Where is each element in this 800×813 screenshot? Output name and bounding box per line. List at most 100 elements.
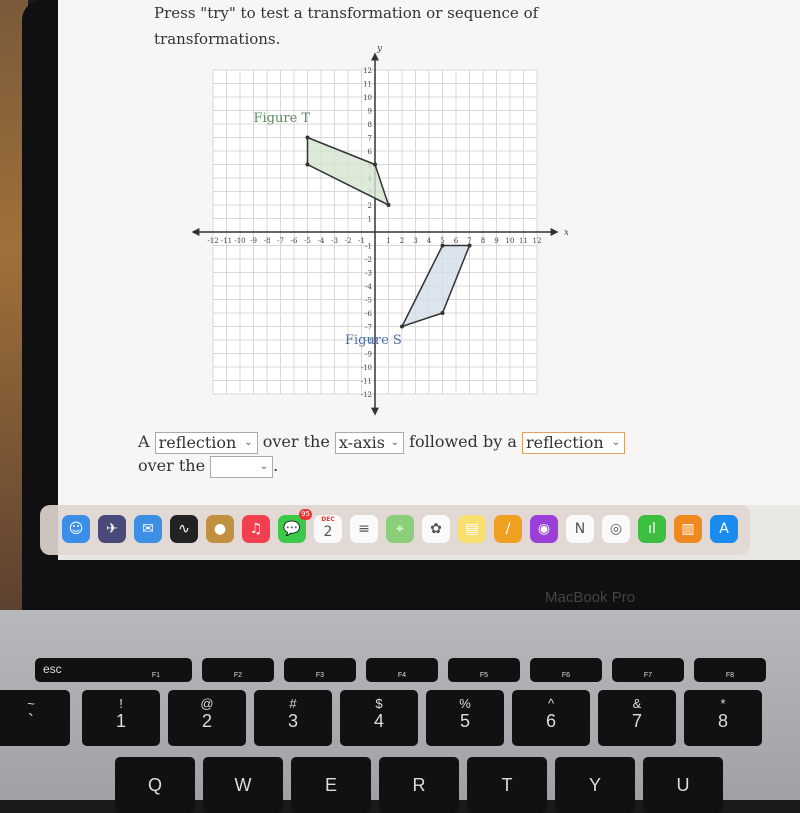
key-r[interactable]: R [379,757,459,813]
key-f2[interactable]: F2 [202,658,274,682]
x-axis-arrow-right [550,228,559,236]
messages-icon[interactable]: 💬 95 [278,509,312,543]
vertex-point [467,243,472,248]
photos-icon[interactable]: ✿ [422,515,450,543]
y-tick-label: 6 [368,148,373,156]
news-icon[interactable]: N [566,515,594,543]
x-tick-label: -9 [250,237,257,245]
contacts-icon[interactable]: ● [206,515,234,543]
x-tick-label: -10 [234,237,245,245]
dock: ☺ ✈ ✉ ∿ ● ♫ 💬 95 DEC 2 ≡ ⌖ ✿ ▤ / ◉ N ◎ ıl ▥ A [40,505,750,555]
notes-icon[interactable]: ▤ [458,515,486,543]
pages-icon[interactable]: / [494,515,522,543]
key-8[interactable]: * 8 [684,690,762,746]
web-page: Press "try" to test a transformation or … [58,0,800,505]
calendar-icon[interactable]: DEC 2 [314,515,342,543]
y-tick-label: -9 [365,351,372,359]
select-value: reflection [158,432,237,452]
key-6[interactable]: ^ 6 [512,690,590,746]
app-store-icon[interactable]: A [710,515,738,543]
x-tick-label: 8 [481,237,485,245]
y-tick-label: 8 [368,121,372,129]
key-f6[interactable]: F6 [530,658,602,682]
x-tick-label: -6 [291,237,298,245]
y-tick-label: -5 [365,297,372,305]
y-tick-label: -10 [361,364,372,372]
launchpad-icon[interactable]: ✈ [98,515,126,543]
y-tick-label: 7 [368,135,372,143]
key-w[interactable]: W [203,757,283,813]
key-`[interactable]: ~ ` [0,690,70,746]
line-select-2[interactable]: ⌄ [210,455,274,478]
select-value: reflection [525,432,604,452]
key-f5[interactable]: F5 [448,658,520,682]
answer-text: . [273,456,279,475]
line-select-1[interactable]: x-axis ⌄ [334,431,404,454]
instructions-line1: Press "try" to test a transformation or … [154,4,539,22]
select-value: x-axis [338,432,385,452]
x-tick-label: 9 [494,237,498,245]
x-tick-label: 11 [519,237,528,245]
vertex-point [305,135,310,140]
key-1[interactable]: ! 1 [82,690,160,746]
x-tick-label: -8 [264,237,271,245]
answer-text: followed by a [409,432,517,451]
key-q[interactable]: Q [115,757,195,813]
key-5[interactable]: % 5 [426,690,504,746]
figure-label: Figure T [254,111,311,126]
key-7[interactable]: & 7 [598,690,676,746]
screen: Press "try" to test a transformation or … [58,0,800,560]
key-4[interactable]: $4 [340,690,418,746]
x-tick-label: -12 [207,237,218,245]
key-t[interactable]: T [467,757,547,813]
key-3[interactable]: #3 [254,690,332,746]
y-tick-label: 9 [368,108,372,116]
vertex-point [373,162,377,167]
y-tick-label: -3 [365,270,372,278]
answer-text: over the [262,432,330,451]
y-tick-label: 12 [363,67,372,75]
x-tick-label: 10 [506,237,515,245]
y-tick-label: 2 [368,202,372,210]
notification-badge: 95 [299,509,312,520]
key-f3[interactable]: F3 [284,658,356,682]
transformation-select-1[interactable]: reflection ⌄ [154,431,258,454]
podcasts-icon[interactable]: ◉ [530,515,558,543]
numbers-icon[interactable]: ıl [638,515,666,543]
mail-icon[interactable]: ✉ [134,515,162,543]
key-f1[interactable]: F1 [120,658,192,682]
coordinate-graph: xy-12-11-10-9-8-7-6-5-4-3-2-112345678910… [191,44,568,416]
music-icon[interactable]: ♫ [242,515,270,543]
key-f8[interactable]: F8 [694,658,766,682]
reminders-icon[interactable]: ≡ [350,515,378,543]
x-tick-label: 4 [427,237,432,245]
x-tick-label: 2 [400,237,404,245]
activity-monitor-icon[interactable]: ∿ [170,515,198,543]
x-tick-label: -1 [358,237,365,245]
chevron-down-icon: ⌄ [611,436,620,448]
finder-icon[interactable]: ☺ [62,515,90,543]
key-2[interactable]: @2 [168,690,246,746]
answer-text: over the [138,456,206,475]
x-tick-label: 6 [454,237,459,245]
key-f4[interactable]: F4 [366,658,438,682]
chevron-down-icon: ⌄ [259,460,269,472]
key-f7[interactable]: F7 [612,658,684,682]
y-tick-label: -12 [361,391,372,399]
y-tick-label: -6 [365,310,372,318]
key-e[interactable]: E [291,757,371,813]
chevron-down-icon: ⌄ [244,436,253,448]
vertex-point [440,311,445,315]
maps-icon[interactable]: ⌖ [386,515,414,543]
transformation-select-2[interactable]: reflection ⌄ [521,431,625,454]
y-tick-label: -4 [365,283,372,291]
y-tick-label: -2 [365,256,372,264]
vertex-point [305,162,310,167]
y-axis-label: y [376,44,383,54]
x-tick-label: 12 [533,237,542,245]
key-u[interactable]: U [643,757,723,813]
chrome-icon[interactable]: ◎ [602,515,630,543]
vertex-point [386,203,391,207]
books-icon[interactable]: ▥ [674,515,702,543]
key-y[interactable]: Y [555,757,635,813]
